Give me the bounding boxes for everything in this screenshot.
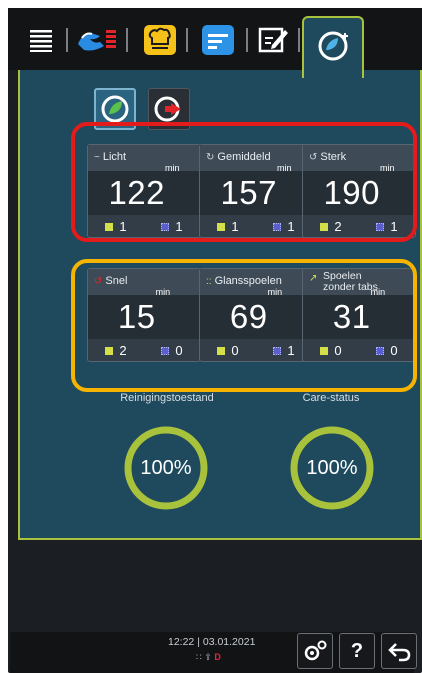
highlight-frame-red (71, 122, 417, 242)
program-list-icon (202, 25, 234, 55)
tab-separator (66, 28, 68, 52)
usb-icon: ⇪ (204, 652, 212, 662)
clock-date: 12:22 | 03.01.2021 (168, 636, 278, 648)
settings-icon (304, 640, 327, 661)
back-button[interactable] (381, 633, 417, 669)
tab-programs[interactable] (200, 20, 236, 60)
list-icon (30, 30, 52, 52)
help-button[interactable]: ? (339, 633, 375, 669)
chef-hat-icon (144, 25, 176, 55)
cleaning-status-gauge: 100% (120, 422, 212, 514)
tab-separator (246, 28, 248, 52)
current-date: 03.01.2021 (202, 636, 256, 648)
highlight-frame-orange (71, 259, 417, 392)
care-cleaning-icon (318, 31, 348, 61)
care-status-label: Care-status (302, 392, 360, 404)
care-status-gauge: 100% (286, 422, 378, 514)
care-status-value: 100% (306, 457, 358, 479)
tab-separator (298, 28, 300, 52)
time-separator: | (197, 636, 200, 648)
tab-menu[interactable] (26, 20, 56, 60)
back-arrow-icon (388, 643, 411, 662)
tab-recipes[interactable] (142, 20, 178, 60)
hands-care-icon (78, 30, 116, 51)
settings-button[interactable] (297, 633, 333, 669)
status-icons: ∷ ⇪ D (196, 652, 256, 663)
tab-cooking-modes[interactable] (74, 20, 120, 60)
network-icon: ∷ (196, 652, 202, 662)
edit-icon (258, 27, 288, 53)
tab-separator (186, 28, 188, 52)
tab-separator (126, 28, 128, 52)
cleaning-status-label: Reinigingstoestand (120, 392, 214, 404)
tab-care-cleaning[interactable] (302, 16, 364, 78)
d-badge-icon: D (214, 652, 221, 662)
help-icon: ? (350, 639, 364, 662)
cleaning-status-value: 100% (140, 457, 192, 479)
clock-time: 12:22 (168, 636, 195, 648)
tab-edit[interactable] (256, 20, 292, 60)
